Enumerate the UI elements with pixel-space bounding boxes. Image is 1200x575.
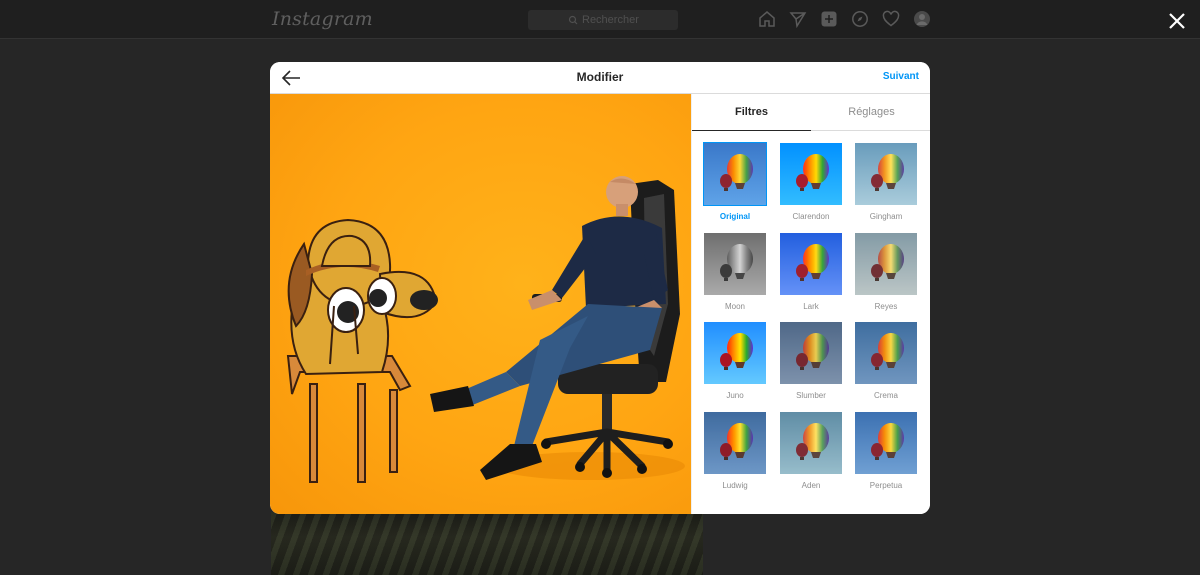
filter-option-juno[interactable]: Juno (703, 321, 767, 405)
filter-option-crema[interactable]: Crema (854, 321, 918, 405)
filter-thumbnail (704, 412, 766, 474)
filter-option-reyes[interactable]: Reyes (854, 232, 918, 316)
search-icon (568, 10, 578, 37)
edit-modal: Modifier Suivant Filtres Réglages Origin… (270, 62, 930, 514)
filter-thumbnail (855, 143, 917, 205)
photo-illustration (286, 176, 685, 483)
filter-label: Reyes (874, 302, 898, 311)
filter-label: Clarendon (792, 212, 830, 221)
filter-option-lark[interactable]: Lark (779, 232, 843, 316)
tab-filtres[interactable]: Filtres (692, 94, 811, 131)
filter-option-moon[interactable]: Moon (703, 232, 767, 316)
filters-panel: Filtres Réglages Original Clarendon Gingha… (691, 94, 930, 514)
home-icon[interactable] (758, 10, 776, 28)
filter-thumbnail (855, 233, 917, 295)
heart-icon[interactable] (882, 10, 900, 28)
profile-avatar[interactable] (913, 10, 931, 28)
filter-label: Ludwig (722, 481, 748, 490)
filter-thumbnail (855, 412, 917, 474)
filter-thumbnail (780, 143, 842, 205)
instagram-logo: Instagram (272, 8, 373, 30)
filter-label: Aden (801, 481, 821, 490)
modal-header: Modifier Suivant (270, 62, 930, 94)
filter-label: Lark (803, 302, 819, 311)
filter-label: Crema (873, 391, 898, 400)
filter-thumbnail (780, 233, 842, 295)
filter-label: Perpetua (869, 481, 903, 490)
tab-reglages[interactable]: Réglages (812, 94, 930, 130)
explore-icon[interactable] (851, 10, 869, 28)
background-header: Instagram Rechercher (0, 0, 1200, 39)
filter-label: Gingham (869, 212, 903, 221)
filter-option-aden[interactable]: Aden (779, 411, 843, 495)
filter-option-ludwig[interactable]: Ludwig (703, 411, 767, 495)
filter-thumbnail (703, 142, 767, 206)
filter-label: Slumber (796, 391, 826, 400)
dog-illustration (286, 218, 438, 483)
direct-icon[interactable] (789, 10, 807, 28)
filter-thumbnail (780, 322, 842, 384)
filter-option-slumber[interactable]: Slumber (779, 321, 843, 405)
modal-title: Modifier (576, 70, 624, 84)
filter-option-gingham[interactable]: Gingham (854, 142, 918, 226)
filter-thumbnail (855, 322, 917, 384)
filter-thumbnail (704, 233, 766, 295)
filter-label: Moon (724, 302, 745, 311)
photo-preview (270, 94, 691, 514)
edit-tabs: Filtres Réglages (692, 94, 930, 131)
search-placeholder: Rechercher (582, 14, 639, 26)
search-input[interactable]: Rechercher (528, 10, 678, 30)
filter-thumbnail (704, 322, 766, 384)
filter-option-perpetua[interactable]: Perpetua (854, 411, 918, 495)
filter-thumbnail (780, 412, 842, 474)
filter-label: Juno (726, 391, 744, 400)
filter-label: Original (719, 212, 751, 221)
next-button[interactable]: Suivant (883, 71, 919, 82)
background-feed-image (271, 512, 703, 575)
new-post-icon[interactable] (820, 10, 838, 28)
close-icon[interactable] (1166, 10, 1188, 32)
filter-option-clarendon[interactable]: Clarendon (779, 142, 843, 226)
filter-option-original[interactable]: Original (703, 142, 767, 226)
